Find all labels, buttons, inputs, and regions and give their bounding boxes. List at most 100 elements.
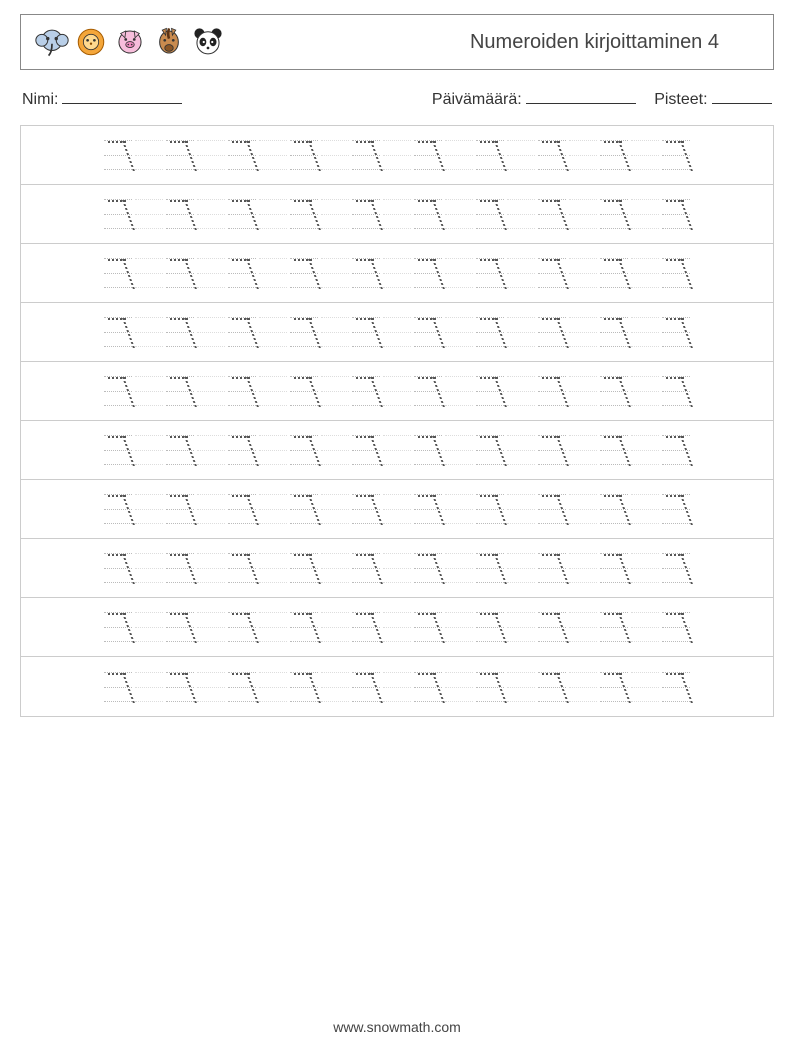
trace-digit-7[interactable] <box>476 489 504 529</box>
trace-digit-7[interactable] <box>414 667 442 707</box>
trace-digit-7[interactable] <box>228 135 256 175</box>
trace-digit-7[interactable] <box>290 135 318 175</box>
trace-digit-7[interactable] <box>538 430 566 470</box>
trace-digit-7[interactable] <box>166 548 194 588</box>
trace-digit-7[interactable] <box>228 312 256 352</box>
trace-digit-7[interactable] <box>600 430 628 470</box>
trace-digit-7[interactable] <box>538 135 566 175</box>
trace-digit-7[interactable] <box>166 430 194 470</box>
trace-digit-7[interactable] <box>104 371 132 411</box>
trace-digit-7[interactable] <box>352 607 380 647</box>
trace-digit-7[interactable] <box>290 253 318 293</box>
trace-digit-7[interactable] <box>352 371 380 411</box>
trace-digit-7[interactable] <box>414 430 442 470</box>
trace-digit-7[interactable] <box>104 135 132 175</box>
trace-digit-7[interactable] <box>104 489 132 529</box>
trace-digit-7[interactable] <box>414 548 442 588</box>
trace-digit-7[interactable] <box>662 312 690 352</box>
trace-digit-7[interactable] <box>166 371 194 411</box>
trace-digit-7[interactable] <box>104 667 132 707</box>
trace-digit-7[interactable] <box>662 371 690 411</box>
trace-digit-7[interactable] <box>662 548 690 588</box>
trace-digit-7[interactable] <box>290 489 318 529</box>
trace-digit-7[interactable] <box>414 371 442 411</box>
trace-digit-7[interactable] <box>290 667 318 707</box>
trace-digit-7[interactable] <box>662 135 690 175</box>
trace-digit-7[interactable] <box>166 667 194 707</box>
trace-digit-7[interactable] <box>538 312 566 352</box>
trace-digit-7[interactable] <box>228 607 256 647</box>
trace-digit-7[interactable] <box>600 607 628 647</box>
trace-digit-7[interactable] <box>104 312 132 352</box>
trace-digit-7[interactable] <box>538 667 566 707</box>
trace-digit-7[interactable] <box>600 312 628 352</box>
trace-digit-7[interactable] <box>538 548 566 588</box>
trace-digit-7[interactable] <box>290 430 318 470</box>
trace-digit-7[interactable] <box>414 135 442 175</box>
name-blank[interactable] <box>62 90 182 104</box>
trace-digit-7[interactable] <box>228 489 256 529</box>
trace-digit-7[interactable] <box>662 489 690 529</box>
trace-digit-7[interactable] <box>352 430 380 470</box>
trace-digit-7[interactable] <box>352 489 380 529</box>
trace-digit-7[interactable] <box>166 253 194 293</box>
trace-digit-7[interactable] <box>228 194 256 234</box>
trace-digit-7[interactable] <box>538 253 566 293</box>
trace-digit-7[interactable] <box>290 607 318 647</box>
trace-digit-7[interactable] <box>166 194 194 234</box>
trace-digit-7[interactable] <box>600 194 628 234</box>
trace-digit-7[interactable] <box>228 430 256 470</box>
trace-digit-7[interactable] <box>290 371 318 411</box>
trace-digit-7[interactable] <box>352 548 380 588</box>
trace-digit-7[interactable] <box>538 607 566 647</box>
trace-digit-7[interactable] <box>352 253 380 293</box>
trace-digit-7[interactable] <box>600 135 628 175</box>
trace-digit-7[interactable] <box>104 607 132 647</box>
trace-digit-7[interactable] <box>228 371 256 411</box>
trace-digit-7[interactable] <box>290 194 318 234</box>
trace-digit-7[interactable] <box>476 607 504 647</box>
trace-digit-7[interactable] <box>290 548 318 588</box>
trace-digit-7[interactable] <box>476 135 504 175</box>
date-blank[interactable] <box>526 90 636 104</box>
trace-digit-7[interactable] <box>352 312 380 352</box>
trace-digit-7[interactable] <box>662 607 690 647</box>
trace-digit-7[interactable] <box>166 607 194 647</box>
trace-digit-7[interactable] <box>538 371 566 411</box>
trace-digit-7[interactable] <box>600 489 628 529</box>
trace-digit-7[interactable] <box>228 667 256 707</box>
trace-digit-7[interactable] <box>414 253 442 293</box>
trace-digit-7[interactable] <box>476 371 504 411</box>
trace-digit-7[interactable] <box>352 194 380 234</box>
trace-digit-7[interactable] <box>228 253 256 293</box>
trace-digit-7[interactable] <box>662 430 690 470</box>
trace-digit-7[interactable] <box>414 312 442 352</box>
trace-digit-7[interactable] <box>290 312 318 352</box>
trace-digit-7[interactable] <box>600 548 628 588</box>
trace-digit-7[interactable] <box>228 548 256 588</box>
trace-digit-7[interactable] <box>104 194 132 234</box>
trace-digit-7[interactable] <box>476 253 504 293</box>
trace-digit-7[interactable] <box>538 194 566 234</box>
trace-digit-7[interactable] <box>166 312 194 352</box>
trace-digit-7[interactable] <box>662 667 690 707</box>
trace-digit-7[interactable] <box>414 489 442 529</box>
trace-digit-7[interactable] <box>166 489 194 529</box>
trace-digit-7[interactable] <box>104 548 132 588</box>
trace-digit-7[interactable] <box>476 194 504 234</box>
trace-digit-7[interactable] <box>476 312 504 352</box>
trace-digit-7[interactable] <box>104 253 132 293</box>
trace-digit-7[interactable] <box>662 253 690 293</box>
trace-digit-7[interactable] <box>166 135 194 175</box>
trace-digit-7[interactable] <box>662 194 690 234</box>
trace-digit-7[interactable] <box>600 253 628 293</box>
trace-digit-7[interactable] <box>538 489 566 529</box>
trace-digit-7[interactable] <box>476 667 504 707</box>
trace-digit-7[interactable] <box>104 430 132 470</box>
trace-digit-7[interactable] <box>476 548 504 588</box>
trace-digit-7[interactable] <box>352 135 380 175</box>
trace-digit-7[interactable] <box>476 430 504 470</box>
trace-digit-7[interactable] <box>600 667 628 707</box>
trace-digit-7[interactable] <box>414 194 442 234</box>
trace-digit-7[interactable] <box>600 371 628 411</box>
